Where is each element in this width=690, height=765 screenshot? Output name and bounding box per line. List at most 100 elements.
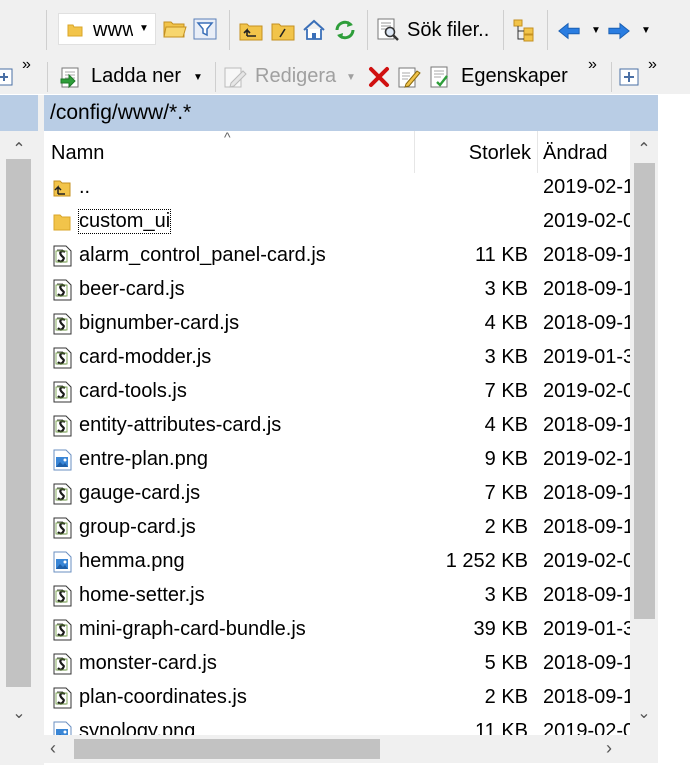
scroll-up-icon[interactable]: ⌃ xyxy=(634,139,654,159)
file-row[interactable]: mini-graph-card-bundle.js 39 KB 2019-01-3 xyxy=(44,613,630,647)
toolbar-separator xyxy=(547,10,548,50)
image-file-icon xyxy=(52,449,72,471)
file-size: 3 KB xyxy=(484,346,528,368)
rename-icon[interactable] xyxy=(397,65,421,89)
scrollbar-thumb[interactable] xyxy=(74,739,380,759)
file-name: gauge-card.js xyxy=(79,482,201,504)
file-row[interactable]: beer-card.js 3 KB 2018-09-1 xyxy=(44,273,630,307)
home-icon[interactable] xyxy=(302,18,326,42)
file-row[interactable]: home-setter.js 3 KB 2018-09-1 xyxy=(44,579,630,613)
back-dropdown-icon[interactable]: ▼ xyxy=(591,25,601,36)
file-list[interactable]: Namn ^ Storlek Ändrad .. 2019-02-1 custom_… xyxy=(44,131,630,735)
file-list-vertical-scrollbar[interactable]: ⌃ ⌄ xyxy=(630,131,658,735)
refresh-icon[interactable] xyxy=(333,18,357,42)
download-dropdown-icon[interactable]: ▼ xyxy=(193,72,203,83)
file-row[interactable]: hemma.png 1 252 KB 2019-02-0 xyxy=(44,545,630,579)
file-row[interactable]: gauge-card.js 7 KB 2018-09-1 xyxy=(44,477,630,511)
scrollbar-thumb[interactable] xyxy=(6,159,31,687)
file-row[interactable]: plan-coordinates.js 2 KB 2018-09-1 xyxy=(44,681,630,715)
parent-folder-icon[interactable] xyxy=(239,19,263,43)
open-folder-icon[interactable] xyxy=(163,17,187,41)
overflow-chevron-middle[interactable]: » xyxy=(588,56,597,74)
file-modified: 2018-09-1 xyxy=(543,686,630,708)
download-icon[interactable] xyxy=(59,65,83,89)
file-name: group-card.js xyxy=(79,516,196,538)
file-size: 4 KB xyxy=(484,312,528,334)
file-modified: 2019-01-3 xyxy=(543,346,630,368)
file-row[interactable]: entity-attributes-card.js 4 KB 2018-09-1 xyxy=(44,409,630,443)
file-modified: 2019-02-1 xyxy=(543,176,630,198)
back-arrow-icon[interactable] xyxy=(557,19,581,43)
file-modified: 2018-09-1 xyxy=(543,312,630,334)
image-file-icon xyxy=(52,551,72,573)
properties-button[interactable]: Egenskaper xyxy=(461,65,568,88)
search-files-icon[interactable] xyxy=(376,18,400,42)
scroll-left-icon[interactable]: ‹ xyxy=(50,738,56,759)
file-row[interactable]: card-tools.js 7 KB 2019-02-0 xyxy=(44,375,630,409)
file-row[interactable]: bignumber-card.js 4 KB 2018-09-1 xyxy=(44,307,630,341)
file-modified: 2018-09-1 xyxy=(543,652,630,674)
file-size: 7 KB xyxy=(484,482,528,504)
file-modified: 2018-09-1 xyxy=(543,414,630,436)
file-row[interactable]: .. 2019-02-1 xyxy=(44,171,630,205)
file-modified: 2018-09-1 xyxy=(543,584,630,606)
file-row[interactable]: entre-plan.png 9 KB 2019-02-1 xyxy=(44,443,630,477)
file-modified: 2019-02-0 xyxy=(543,210,630,232)
overflow-chevron-left[interactable]: » xyxy=(22,56,31,74)
folder-icon xyxy=(67,24,83,37)
column-header-name[interactable]: Namn ^ xyxy=(44,131,414,173)
forward-dropdown-icon[interactable]: ▼ xyxy=(641,25,651,36)
properties-icon[interactable] xyxy=(428,65,452,89)
root-folder-icon[interactable] xyxy=(271,19,295,43)
script-file-icon xyxy=(52,483,72,505)
file-name: plan-coordinates.js xyxy=(79,686,247,708)
overflow-chevron-right[interactable]: » xyxy=(648,56,657,74)
toolbar-separator xyxy=(367,10,368,50)
file-modified: 2019-02-1 xyxy=(543,448,630,470)
file-row[interactable]: card-modder.js 3 KB 2019-01-3 xyxy=(44,341,630,375)
file-name: alarm_control_panel-card.js xyxy=(79,244,326,266)
path-bar[interactable]: /config/www/*.* xyxy=(44,95,658,131)
edit-dropdown-icon[interactable]: ▼ xyxy=(346,72,356,83)
left-vertical-scrollbar[interactable]: ⌃ ⌄ xyxy=(3,131,34,735)
location-combo[interactable]: www ▼ xyxy=(58,13,156,45)
file-size: 11 KB xyxy=(475,720,528,735)
file-name: entre-plan.png xyxy=(79,448,208,470)
delete-icon[interactable] xyxy=(367,65,391,89)
script-file-icon xyxy=(52,313,72,335)
file-name: card-tools.js xyxy=(79,380,187,402)
tree-view-icon[interactable] xyxy=(512,18,536,42)
chevron-down-icon[interactable]: ▼ xyxy=(135,14,153,44)
file-name: entity-attributes-card.js xyxy=(79,414,282,436)
file-modified: 2019-02-0 xyxy=(543,380,630,402)
edit-icon[interactable] xyxy=(223,65,247,89)
column-header-size[interactable]: Storlek xyxy=(415,131,537,173)
sort-ascending-icon: ^ xyxy=(224,131,231,145)
forward-arrow-icon[interactable] xyxy=(607,19,631,43)
scrollbar-thumb[interactable] xyxy=(634,163,655,619)
file-size: 7 KB xyxy=(484,380,528,402)
download-button[interactable]: Ladda ner xyxy=(91,65,181,88)
column-header-modified[interactable]: Ändrad xyxy=(538,131,630,173)
file-list-horizontal-scrollbar[interactable]: ‹ › xyxy=(44,735,630,763)
filter-icon[interactable] xyxy=(193,17,217,41)
edit-button[interactable]: Redigera xyxy=(255,65,336,88)
file-size: 9 KB xyxy=(484,448,528,470)
search-files-button[interactable]: Sök filer.. xyxy=(407,19,489,42)
add-tab-icon[interactable] xyxy=(619,65,639,89)
file-row[interactable]: custom_ui 2019-02-0 xyxy=(44,205,630,239)
scroll-up-icon[interactable]: ⌃ xyxy=(9,139,29,159)
script-file-icon xyxy=(52,517,72,539)
file-row[interactable]: synology.png 11 KB 2019-02-0 xyxy=(44,715,630,735)
scroll-down-icon[interactable]: ⌄ xyxy=(634,703,654,723)
file-size: 11 KB xyxy=(475,244,528,266)
file-row[interactable]: alarm_control_panel-card.js 11 KB 2018-09-… xyxy=(44,239,630,273)
script-file-icon xyxy=(52,415,72,437)
script-file-icon xyxy=(52,381,72,403)
scroll-right-icon[interactable]: › xyxy=(606,738,612,759)
file-row[interactable]: monster-card.js 5 KB 2018-09-1 xyxy=(44,647,630,681)
scroll-down-icon[interactable]: ⌄ xyxy=(9,703,29,723)
file-row[interactable]: group-card.js 2 KB 2018-09-1 xyxy=(44,511,630,545)
add-tab-icon[interactable] xyxy=(0,65,14,89)
toolbar-actions: » Ladda ner ▼ Redigera ▼ Egenskaper » » xyxy=(0,56,690,94)
